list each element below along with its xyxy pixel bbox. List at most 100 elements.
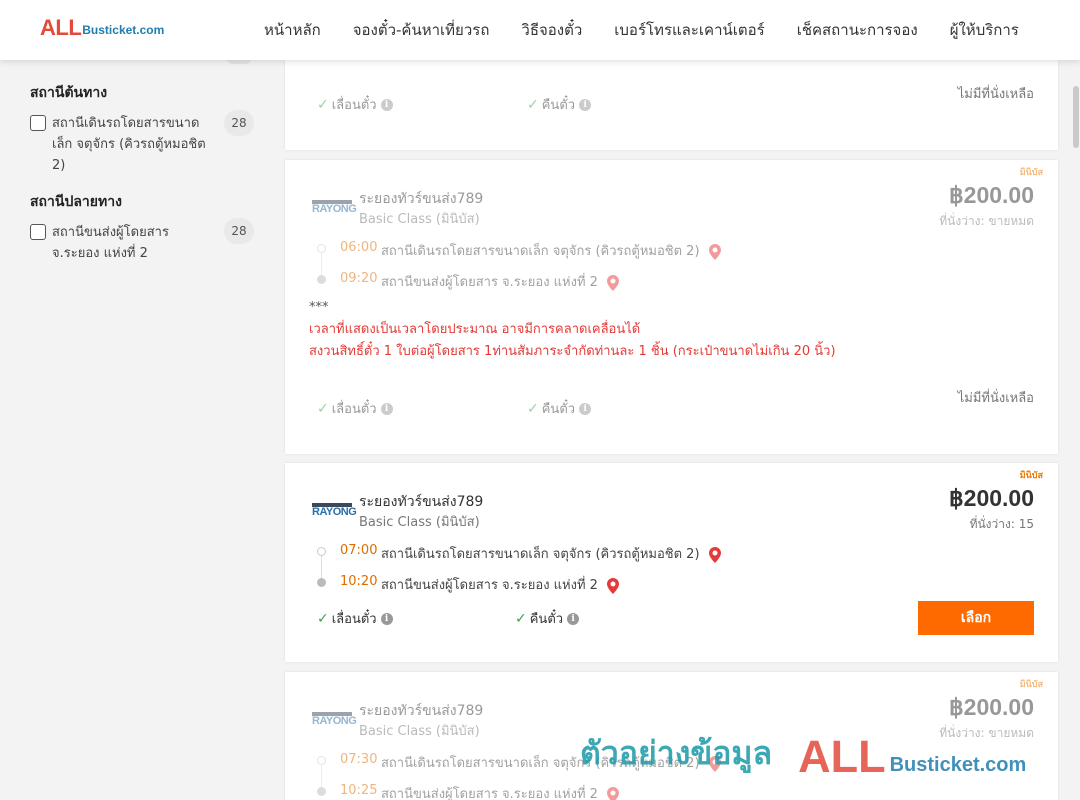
reschedule-feature: ✓ เลื่อนตั๋ว i bbox=[317, 398, 393, 419]
nav-home[interactable]: หน้าหลัก bbox=[248, 18, 337, 42]
arrive-stop-name: สถานีขนส่งผู้โดยสาร จ.ระยอง แห่งที่ 2 bbox=[381, 275, 598, 290]
scrollbar-thumb[interactable] bbox=[1073, 86, 1079, 148]
operator-logo: RAYONG bbox=[312, 502, 357, 518]
map-pin-icon[interactable] bbox=[607, 274, 620, 291]
check-icon: ✓ bbox=[317, 610, 329, 627]
depart-dot bbox=[317, 547, 326, 556]
notes-luggage-policy: สงวนสิทธิ์ตั๋ว 1 ใบต่อผู้โดยสาร 1ท่านสัม… bbox=[309, 344, 836, 359]
info-icon[interactable]: i bbox=[380, 612, 393, 625]
select-trip-button[interactable]: เลือก bbox=[918, 601, 1034, 635]
filter-sidebar: สถานีต้นทาง สถานีเดินรถโดยสารขนาดเล็ก จต… bbox=[0, 50, 272, 800]
check-icon: ✓ bbox=[317, 400, 329, 417]
operator-logo: RAYONG bbox=[312, 711, 357, 727]
reschedule-feature: ✓ เลื่อนตั๋ว i bbox=[317, 94, 393, 115]
watermark-logo-all: ALL bbox=[798, 731, 886, 782]
watermark-text: ตัวอย่างข้อมูล bbox=[580, 734, 773, 772]
refund-label: คืนตั๋ว bbox=[541, 402, 576, 417]
check-icon: ✓ bbox=[515, 610, 527, 627]
reschedule-label: เลื่อนตั๋ว bbox=[331, 612, 377, 627]
arrive-stop: สถานีขนส่งผู้โดยสาร จ.ระยอง แห่งที่ 2 bbox=[381, 271, 620, 292]
arrive-stop-name: สถานีขนส่งผู้โดยสาร จ.ระยอง แห่งที่ 2 bbox=[381, 578, 598, 593]
map-pin-icon[interactable] bbox=[607, 577, 620, 594]
logo-all-text: ALL bbox=[40, 15, 82, 40]
info-icon[interactable]: i bbox=[380, 402, 393, 415]
arrive-time: 09:20 bbox=[340, 271, 378, 286]
nav-contact-counter[interactable]: เบอร์โทรและเคาน์เตอร์ bbox=[598, 18, 780, 42]
site-logo[interactable]: ALL Busticket.com bbox=[40, 17, 164, 39]
depart-dot bbox=[317, 756, 326, 765]
trip-card-partial: ✓ เลื่อนตั๋ว i ✓ คืนตั๋ว i ไม่มีที่นั่งเ… bbox=[285, 60, 1058, 150]
info-icon[interactable]: i bbox=[567, 612, 580, 625]
check-icon: ✓ bbox=[317, 96, 329, 113]
arrive-dot bbox=[317, 275, 326, 284]
refund-label: คืนตั๋ว bbox=[529, 612, 564, 627]
minibus-badge: มินิบัส bbox=[1019, 168, 1043, 178]
arrive-stop: สถานีขนส่งผู้โดยสาร จ.ระยอง แห่งที่ 2 bbox=[381, 574, 620, 595]
check-icon: ✓ bbox=[527, 96, 539, 113]
reschedule-label: เลื่อนตั๋ว bbox=[331, 98, 377, 113]
depart-dot bbox=[317, 244, 326, 253]
destination-filter-checkbox[interactable] bbox=[30, 224, 46, 240]
depart-stop: สถานีเดินรถโดยสารขนาดเล็ก จตุจักร (คิวรถ… bbox=[381, 543, 721, 564]
main-nav: หน้าหลัก จองตั๋ว-ค้นหาเที่ยวรถ วิธีจองตั… bbox=[248, 0, 1035, 60]
depart-time: 07:00 bbox=[340, 543, 378, 558]
map-pin-icon[interactable] bbox=[708, 546, 721, 563]
trip-card: มินิบัส RAYONG ระยองทัวร์ขนส่ง789 Basic … bbox=[285, 160, 1058, 454]
page-scrollbar[interactable] bbox=[1072, 60, 1080, 800]
map-pin-icon[interactable] bbox=[708, 243, 721, 260]
arrive-time: 10:20 bbox=[340, 574, 378, 589]
notes-time-disclaimer: เวลาที่แสดงเป็นเวลาโดยประมาณ อาจมีการคลา… bbox=[309, 322, 641, 337]
operator-logo-text: RAYONG bbox=[312, 203, 357, 215]
origin-filter-label: สถานีเดินรถโดยสารขนาดเล็ก จตุจักร (คิวรถ… bbox=[52, 116, 206, 173]
depart-stop-name: สถานีเดินรถโดยสารขนาดเล็ก จตุจักร (คิวรถ… bbox=[381, 244, 700, 259]
sample-data-watermark: ตัวอย่างข้อมูล ALL Busticket.com bbox=[580, 728, 1026, 779]
refund-feature: ✓ คืนตั๋ว i bbox=[527, 94, 592, 115]
depart-stop-name: สถานีเดินรถโดยสารขนาดเล็ก จตุจักร (คิวรถ… bbox=[381, 547, 700, 562]
trip-price: ฿200.00 bbox=[949, 485, 1034, 511]
check-icon: ✓ bbox=[527, 400, 539, 417]
depart-stop: สถานีเดินรถโดยสารขนาดเล็ก จตุจักร (คิวรถ… bbox=[381, 240, 721, 261]
refund-feature: ✓ คืนตั๋ว i bbox=[515, 608, 580, 629]
info-icon[interactable]: i bbox=[380, 98, 393, 111]
nav-how-to-book[interactable]: วิธีจองตั๋ว bbox=[505, 18, 598, 42]
operator-logo-text: RAYONG bbox=[312, 715, 357, 727]
origin-filter-count: 28 bbox=[224, 110, 254, 136]
origin-filter-title: สถานีต้นทาง bbox=[30, 85, 108, 101]
logo-busticket-text: Busticket.com bbox=[82, 23, 165, 37]
origin-filter-checkbox[interactable] bbox=[30, 115, 46, 131]
arrive-dot bbox=[317, 578, 326, 587]
top-header: ALL Busticket.com หน้าหลัก จองตั๋ว-ค้นหา… bbox=[0, 0, 1080, 60]
bus-class: Basic Class (มินิบัส) bbox=[359, 724, 480, 739]
destination-filter-count: 28 bbox=[224, 218, 254, 244]
no-seats-text: ไม่มีที่นั่งเหลือ bbox=[957, 87, 1034, 102]
info-icon[interactable]: i bbox=[579, 402, 592, 415]
refund-feature: ✓ คืนตั๋ว i bbox=[527, 398, 592, 419]
info-icon[interactable]: i bbox=[579, 98, 592, 111]
watermark-logo-busticket: Busticket.com bbox=[889, 754, 1027, 776]
operator-logo: RAYONG bbox=[312, 199, 357, 215]
no-seats-text: ไม่มีที่นั่งเหลือ bbox=[957, 391, 1034, 406]
depart-time: 07:30 bbox=[340, 752, 378, 767]
arrive-dot bbox=[317, 787, 326, 796]
destination-filter-title: สถานีปลายทาง bbox=[30, 194, 122, 210]
notes-stars: *** bbox=[309, 300, 329, 315]
seats-available: ที่นั่งว่าง: ขายหมด bbox=[939, 214, 1034, 228]
minibus-badge: มินิบัส bbox=[1019, 471, 1043, 481]
bus-class: Basic Class (มินิบัส) bbox=[359, 212, 480, 227]
arrive-time: 10:25 bbox=[340, 783, 378, 798]
trip-price: ฿200.00 bbox=[949, 182, 1034, 208]
minibus-badge: มินิบัส bbox=[1019, 680, 1043, 690]
trip-card: มินิบัส RAYONG ระยองทัวร์ขนส่ง789 Basic … bbox=[285, 463, 1058, 662]
map-pin-icon[interactable] bbox=[607, 786, 620, 800]
trip-notes: *** เวลาที่แสดงเป็นเวลาโดยประมาณ อาจมีกา… bbox=[309, 297, 836, 363]
destination-filter-label: สถานีขนส่งผู้โดยสาร จ.ระยอง แห่งที่ 2 bbox=[52, 225, 169, 261]
arrive-stop: สถานีขนส่งผู้โดยสาร จ.ระยอง แห่งที่ 2 bbox=[381, 783, 620, 800]
bus-class: Basic Class (มินิบัส) bbox=[359, 515, 480, 530]
nav-operators[interactable]: ผู้ให้บริการ bbox=[934, 18, 1035, 42]
nav-check-status[interactable]: เช็คสถานะการจอง bbox=[781, 18, 934, 42]
origin-filter-group: สถานีต้นทาง สถานีเดินรถโดยสารขนาดเล็ก จต… bbox=[30, 82, 260, 176]
operator-name: ระยองทัวร์ขนส่ง789 bbox=[359, 494, 484, 510]
operator-name: ระยองทัวร์ขนส่ง789 bbox=[359, 191, 484, 207]
reschedule-feature: ✓ เลื่อนตั๋ว i bbox=[317, 608, 393, 629]
nav-book-search[interactable]: จองตั๋ว-ค้นหาเที่ยวรถ bbox=[337, 18, 506, 42]
